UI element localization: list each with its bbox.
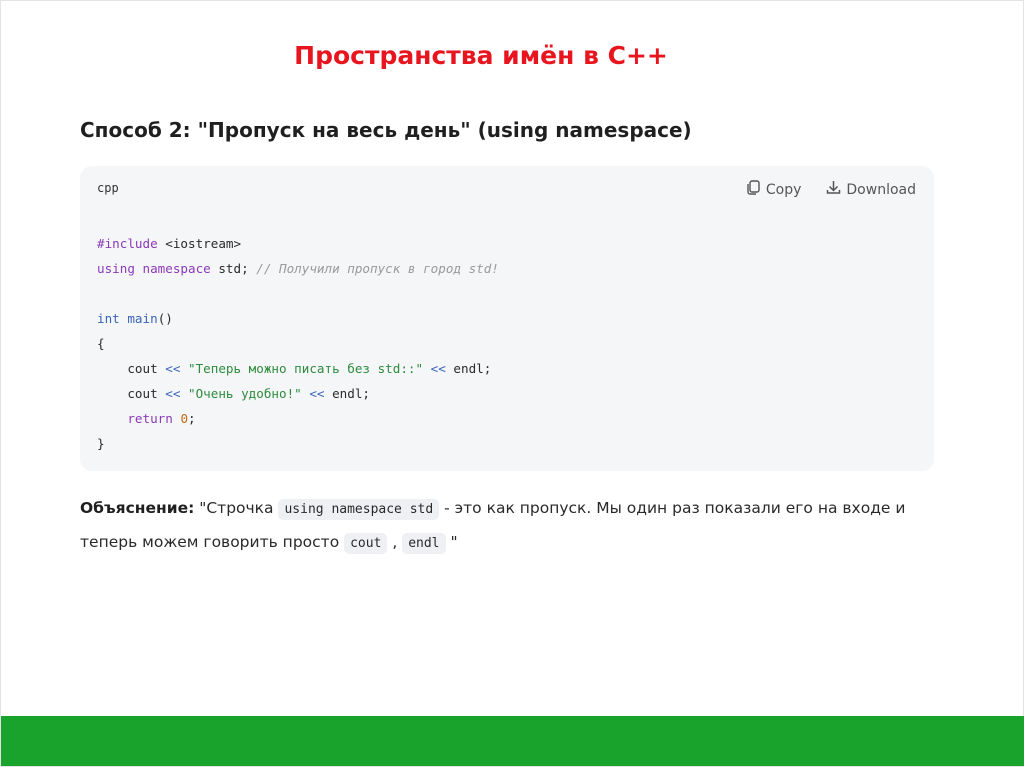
slide-title: Пространства имён в C++ — [294, 41, 668, 70]
code-line: using namespace std; // Получили пропуск… — [97, 261, 499, 276]
code-body: #include <iostream> using namespace std;… — [97, 231, 499, 456]
code-actions: Copy Download — [745, 179, 916, 200]
download-button[interactable]: Download — [825, 179, 916, 200]
code-line: #include <iostream> — [97, 236, 242, 251]
code-language-label: cpp — [97, 181, 119, 195]
slide: Пространства имён в C++ Способ 2: "Пропу… — [0, 0, 1024, 767]
code-line: { — [97, 336, 105, 351]
copy-label: Copy — [765, 181, 802, 198]
copy-button[interactable]: Copy — [745, 179, 802, 200]
inline-code-using-namespace: using namespace std — [278, 499, 440, 520]
section-heading: Способ 2: "Пропуск на весь день" (using … — [80, 118, 692, 142]
code-line: cout << "Теперь можно писать без std::" … — [97, 361, 492, 376]
explanation-text: , — [387, 533, 403, 551]
explanation-text: "Строчка — [194, 499, 279, 517]
download-label: Download — [846, 181, 916, 198]
explanation-paragraph: Объяснение: "Строчка using namespace std… — [80, 492, 940, 560]
code-line: int main() — [97, 311, 173, 326]
code-block: cpp Copy Download #include <iostream> us… — [80, 166, 934, 471]
download-icon — [825, 179, 842, 200]
inline-code-endl: endl — [402, 533, 446, 554]
inline-code-cout: cout — [344, 533, 388, 554]
explanation-label: Объяснение: — [80, 499, 195, 517]
code-line: return 0; — [127, 411, 196, 426]
explanation-text: " — [445, 533, 458, 551]
footer-band — [1, 716, 1024, 766]
code-line: cout << "Очень удобно!" << endl; — [97, 386, 371, 401]
code-line: } — [97, 436, 105, 451]
copy-icon — [745, 179, 762, 200]
